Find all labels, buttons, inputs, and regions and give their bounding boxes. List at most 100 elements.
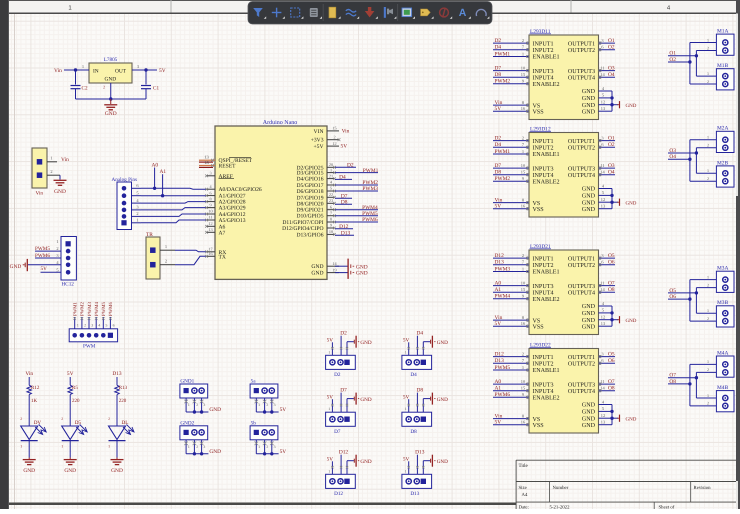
svg-text:5-21-2022: 5-21-2022: [550, 504, 571, 509]
svg-text:1: 1: [522, 266, 524, 271]
svg-text:C1: C1: [153, 86, 159, 92]
svg-text:2: 2: [707, 143, 709, 148]
svg-text:GND: GND: [209, 449, 221, 455]
svg-text:10: 10: [329, 229, 333, 234]
svg-text:5V: 5V: [280, 449, 287, 455]
svg-text:1: 1: [522, 365, 524, 370]
svg-text:O1: O1: [608, 38, 615, 44]
svg-text:16: 16: [208, 251, 212, 256]
svg-text:1: 1: [707, 37, 709, 42]
svg-text:9: 9: [209, 202, 211, 207]
svg-text:Vin: Vin: [495, 315, 503, 321]
svg-text:A0: A0: [495, 379, 502, 385]
svg-text:1: 1: [328, 469, 330, 473]
svg-text:O8: O8: [608, 386, 615, 392]
svg-text:1K: 1K: [31, 398, 38, 404]
svg-text:INPUT4: INPUT4: [533, 289, 554, 296]
svg-text:GND: GND: [356, 271, 368, 277]
svg-text:12: 12: [208, 221, 212, 226]
svg-text:GND: GND: [64, 468, 76, 474]
svg-text:D5: D5: [75, 420, 82, 426]
svg-text:D7: D7: [340, 387, 347, 393]
svg-text:5V: 5V: [67, 371, 74, 377]
svg-text:O7: O7: [608, 281, 615, 287]
svg-text:D4/GPIO16: D4/GPIO16: [296, 177, 323, 183]
svg-text:O8: O8: [608, 287, 615, 293]
svg-text:1: 1: [258, 445, 260, 449]
svg-text:+3V3: +3V3: [311, 138, 324, 144]
svg-text:O3: O3: [608, 66, 615, 72]
svg-text:6: 6: [113, 324, 115, 328]
svg-text:GND: GND: [437, 459, 448, 465]
svg-text:12: 12: [601, 413, 605, 418]
svg-text:22: 22: [329, 192, 333, 197]
svg-text:VIN: VIN: [314, 129, 324, 135]
svg-text:12: 12: [332, 141, 336, 146]
svg-text:DV: DV: [34, 420, 42, 426]
svg-text:INPUT3: INPUT3: [533, 68, 554, 75]
svg-text:2: 2: [196, 445, 198, 449]
svg-text:GND: GND: [582, 88, 596, 95]
svg-text:GND: GND: [54, 189, 66, 195]
svg-text:PWM2: PWM2: [80, 302, 86, 316]
svg-text:PWM1: PWM1: [363, 168, 379, 174]
svg-text:OUTPUT2: OUTPUT2: [568, 262, 595, 269]
svg-text:ENABLE2: ENABLE2: [533, 178, 560, 185]
svg-text:10: 10: [208, 209, 212, 214]
svg-text:2: 2: [50, 169, 52, 174]
svg-text:GND: GND: [209, 407, 221, 413]
svg-text:2: 2: [84, 324, 86, 328]
svg-text:D7: D7: [495, 163, 502, 169]
svg-text:OUTPUT3: OUTPUT3: [568, 283, 595, 290]
svg-text:O4: O4: [608, 170, 615, 176]
svg-text:23: 23: [329, 198, 333, 203]
svg-text:PWM4: PWM4: [94, 302, 100, 316]
svg-text:220: 220: [72, 398, 80, 404]
svg-text:2: 2: [707, 176, 709, 181]
svg-text:GND: GND: [582, 317, 596, 324]
svg-text:GND: GND: [582, 186, 596, 193]
svg-text:OUTPUT3: OUTPUT3: [568, 68, 595, 75]
svg-text:PWM5: PWM5: [495, 365, 511, 371]
svg-text:2: 2: [108, 417, 110, 421]
svg-text:D7: D7: [495, 66, 502, 72]
svg-text:2: 2: [266, 445, 268, 449]
svg-text:1: 1: [405, 350, 407, 354]
svg-text:3: 3: [203, 445, 205, 449]
svg-text:M3A: M3A: [717, 266, 728, 272]
svg-text:Vin: Vin: [25, 371, 33, 377]
svg-text:R12: R12: [31, 385, 40, 391]
svg-text:M2A: M2A: [717, 126, 728, 132]
svg-text:2: 2: [103, 85, 105, 90]
svg-text:Vin: Vin: [36, 191, 44, 197]
svg-text:1: 1: [328, 407, 330, 411]
svg-text:A5/GPIO13: A5/GPIO13: [219, 218, 246, 224]
svg-text:M4B: M4B: [717, 385, 728, 391]
svg-text:A1: A1: [495, 287, 502, 293]
svg-text:5: 5: [106, 324, 108, 328]
svg-text:OUT: OUT: [115, 69, 127, 75]
svg-text:Vin: Vin: [495, 198, 503, 204]
svg-text:2: 2: [522, 351, 524, 356]
svg-text:D4: D4: [495, 45, 502, 51]
svg-text:GND: GND: [582, 402, 596, 409]
svg-text:5: 5: [330, 186, 332, 191]
svg-text:12: 12: [601, 315, 605, 320]
svg-text:2: 2: [333, 134, 335, 139]
svg-text:OUTPUT2: OUTPUT2: [568, 47, 595, 54]
svg-text:GND: GND: [582, 108, 596, 115]
svg-text:5V: 5V: [495, 106, 502, 112]
svg-text:2: 2: [707, 282, 709, 287]
svg-text:D4: D4: [495, 142, 502, 148]
svg-text:1: 1: [188, 403, 190, 407]
svg-text:D8: D8: [417, 387, 424, 393]
svg-text:RESET: RESET: [219, 164, 237, 170]
svg-text:O3: O3: [608, 163, 615, 169]
svg-text:1: 1: [707, 135, 709, 140]
svg-text:GND: GND: [105, 111, 117, 117]
svg-text:11: 11: [208, 215, 212, 220]
svg-text:ENABLE1: ENABLE1: [533, 367, 560, 374]
svg-text:GND: GND: [582, 422, 596, 429]
svg-text:GND: GND: [10, 264, 22, 270]
svg-text:VSS: VSS: [533, 323, 545, 330]
